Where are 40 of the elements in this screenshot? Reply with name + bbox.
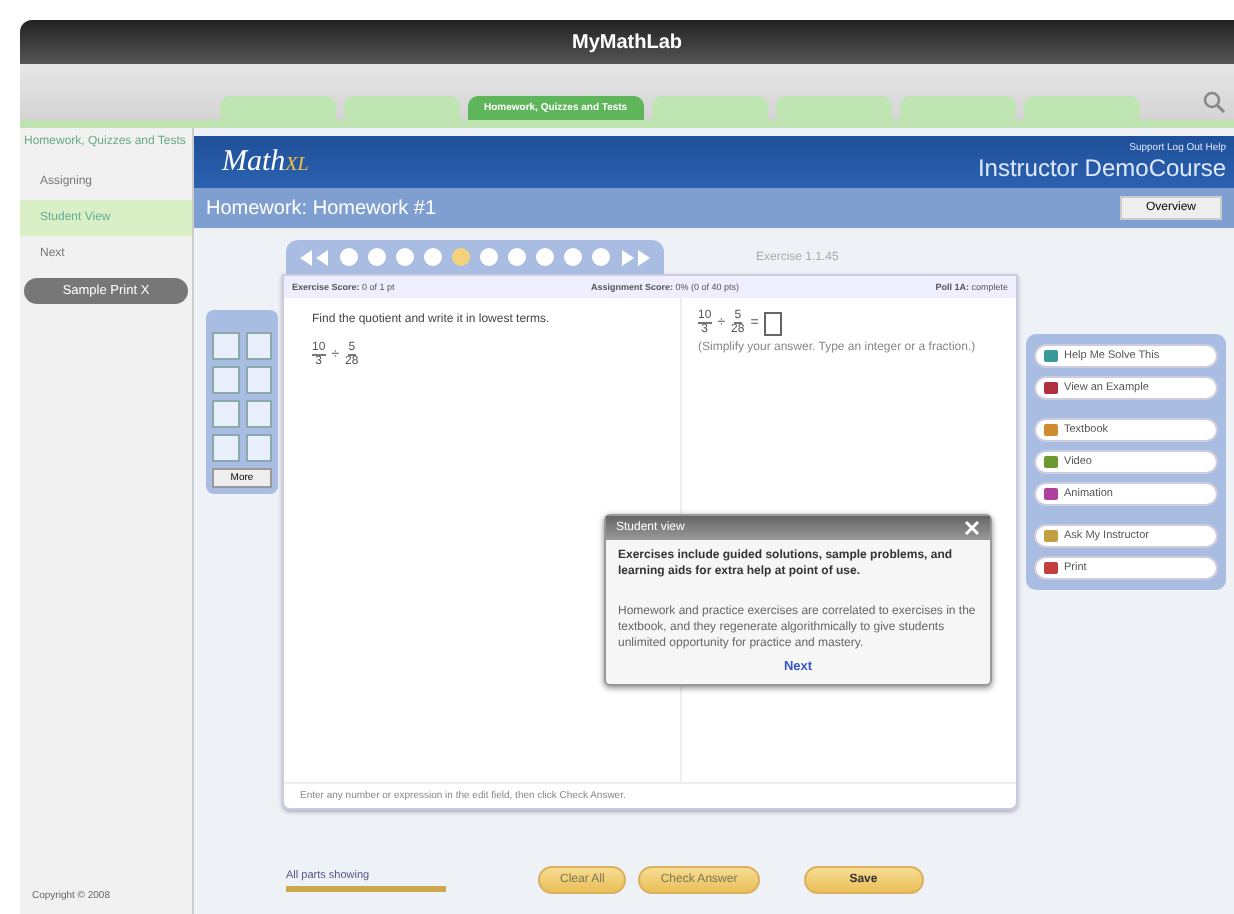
tab[interactable] (775, 96, 892, 120)
tool-icon (1044, 382, 1058, 394)
tool-icon (1044, 488, 1058, 500)
question-dot[interactable] (564, 248, 582, 266)
homework-title: Homework: Homework #1 (206, 197, 437, 219)
palette-key-icon[interactable] (245, 434, 272, 462)
question-dot[interactable] (452, 248, 470, 266)
palette-key-icon[interactable] (212, 332, 239, 360)
palette-key-icon[interactable] (245, 400, 272, 428)
question-dot[interactable] (592, 248, 610, 266)
tool-icon (1044, 456, 1058, 468)
tab[interactable] (220, 96, 336, 120)
answer-box[interactable] (764, 311, 783, 335)
window-title: MyMathLab (572, 31, 682, 53)
tool-icon (1044, 530, 1058, 542)
tool-icon (1044, 562, 1058, 574)
tab[interactable] (651, 96, 768, 120)
palette-key-icon[interactable] (245, 332, 272, 360)
question-dot[interactable] (424, 248, 442, 266)
tool-icon (1044, 424, 1058, 436)
palette-key-icon[interactable] (212, 366, 239, 394)
tab[interactable] (344, 96, 460, 120)
tab[interactable] (1023, 96, 1140, 120)
question-dot[interactable] (480, 248, 498, 266)
next-icon[interactable] (620, 249, 652, 265)
question-dot[interactable] (368, 248, 386, 266)
close-icon[interactable] (964, 520, 980, 536)
tool-icon (1044, 350, 1058, 362)
palette-key-icon[interactable] (245, 366, 272, 394)
previous-icon[interactable] (298, 249, 330, 265)
tab[interactable] (899, 96, 1016, 120)
course-name: Instructor DemoCourse (977, 154, 1226, 182)
question-dot[interactable] (340, 248, 358, 266)
palette-key-icon[interactable] (212, 400, 239, 428)
question-dot[interactable] (396, 248, 414, 266)
mathxl-logo: MathXL (222, 145, 309, 179)
palette-key-icon[interactable] (212, 434, 239, 462)
question-dot[interactable] (536, 248, 554, 266)
search-icon[interactable] (1202, 90, 1226, 114)
question-dot[interactable] (508, 248, 526, 266)
